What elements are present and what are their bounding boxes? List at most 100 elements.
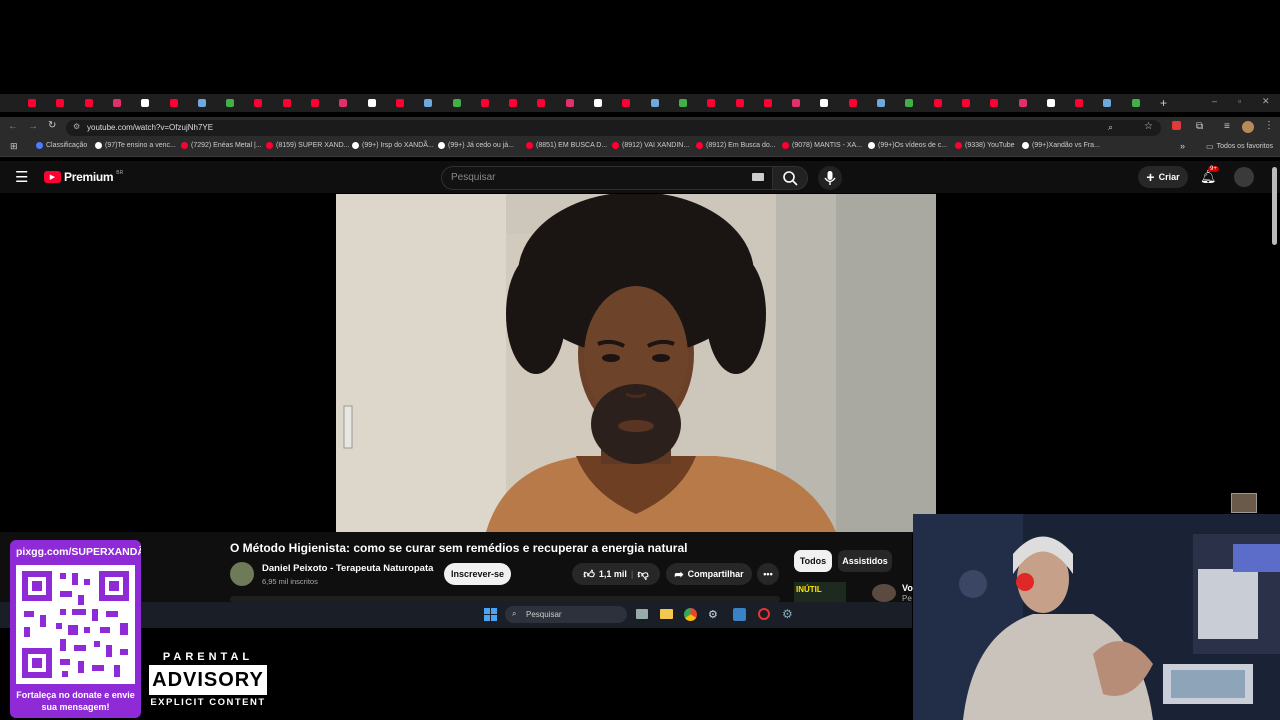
browser-tab[interactable] <box>1131 97 1140 109</box>
search-button[interactable] <box>772 166 808 190</box>
browser-tab[interactable] <box>141 97 150 109</box>
like-count[interactable]: 1,1 mil <box>599 569 627 579</box>
settings-gear-icon[interactable]: ⚙ <box>782 607 793 621</box>
bookmark-item[interactable]: (99+) Já cedo ou já... <box>438 142 514 149</box>
dislike-icon[interactable]: 👎︎ <box>637 568 648 581</box>
related-video-thumbnail-2[interactable] <box>872 584 896 602</box>
search-input[interactable]: Pesquisar <box>441 166 773 190</box>
chip-watched[interactable]: Assistidos <box>838 550 892 572</box>
browser-tab[interactable] <box>112 97 121 109</box>
new-tab-icon[interactable]: + <box>1160 96 1167 110</box>
browser-tab[interactable] <box>197 97 206 109</box>
bookmark-item[interactable]: (99+)Os vídeos de c... <box>868 142 947 149</box>
browser-tab[interactable] <box>905 97 914 109</box>
create-button[interactable]: + Criar <box>1138 166 1188 188</box>
browser-tab[interactable] <box>537 97 546 109</box>
bookmark-item[interactable]: (9078) MANTIS - XA... <box>782 142 862 149</box>
browser-tab[interactable] <box>367 97 376 109</box>
related-video-title[interactable]: Vo <box>902 583 913 593</box>
browser-tab[interactable] <box>395 97 404 109</box>
browser-tab[interactable] <box>735 97 744 109</box>
related-video-thumbnail[interactable]: INÚTIL <box>794 582 846 602</box>
browser-tab[interactable] <box>480 97 489 109</box>
subscribe-button[interactable]: Inscrever-se <box>444 563 511 585</box>
page-scrollbar[interactable] <box>1272 167 1277 245</box>
bookmark-item[interactable]: (7292) Enéas Metal |... <box>181 142 262 149</box>
browser-tab[interactable] <box>594 97 602 109</box>
share-button[interactable]: ➦ Compartilhar <box>666 563 752 585</box>
browser-tab[interactable] <box>509 97 518 109</box>
browser-tab[interactable] <box>226 97 235 109</box>
apps-grid-icon[interactable]: ⊞ <box>10 141 18 152</box>
obs-icon[interactable] <box>758 608 770 620</box>
browser-tab[interactable] <box>565 97 574 109</box>
channel-name[interactable]: Daniel Peixoto - Terapeuta Naturopata <box>262 563 433 574</box>
browser-tab[interactable] <box>678 97 687 109</box>
more-bookmarks-icon[interactable]: » <box>1180 141 1185 151</box>
bookmark-item[interactable]: (8912) VAI XANDIN... <box>612 142 689 149</box>
reload-icon[interactable]: ↻ <box>48 120 56 131</box>
browser-tab[interactable] <box>933 97 942 109</box>
steam-icon[interactable]: ⚙ <box>708 608 718 621</box>
profile-avatar[interactable] <box>1242 121 1254 133</box>
browser-tab[interactable] <box>792 97 801 109</box>
browser-tab[interactable] <box>1103 97 1112 109</box>
browser-menu-icon[interactable]: ⋮ <box>1264 120 1274 131</box>
media-icon[interactable]: ≡ <box>1224 121 1230 132</box>
browser-tab[interactable] <box>339 97 348 109</box>
browser-tab[interactable] <box>56 97 65 109</box>
notifications-button[interactable]: 🔔︎ 9+ <box>1200 166 1219 186</box>
extension-icon[interactable] <box>1172 121 1181 130</box>
bookmark-item[interactable]: (97)Te ensino a venc... <box>95 142 176 149</box>
account-avatar[interactable] <box>1234 167 1254 187</box>
chrome-icon[interactable] <box>684 608 697 621</box>
browser-tab[interactable] <box>1046 97 1055 109</box>
extensions-puzzle-icon[interactable]: ⧉ <box>1196 121 1203 132</box>
back-icon[interactable]: ← <box>8 121 18 132</box>
browser-tab[interactable] <box>424 97 433 109</box>
more-actions-button[interactable]: ••• <box>757 563 779 585</box>
bookmark-item[interactable]: (9338) YouTube <box>955 142 1015 149</box>
bookmark-item[interactable]: (99+) Irsp do XANDÃ... <box>352 142 434 149</box>
browser-tab[interactable] <box>961 97 970 109</box>
browser-tab[interactable] <box>1075 97 1084 109</box>
close-window-icon[interactable]: ✕ <box>1262 96 1270 107</box>
minimize-icon[interactable]: – <box>1212 96 1217 106</box>
browser-tab[interactable] <box>282 97 291 109</box>
file-explorer-icon[interactable] <box>660 609 673 619</box>
browser-tab[interactable] <box>452 97 461 109</box>
site-info-icon[interactable]: ⚙ <box>73 122 80 131</box>
forward-icon[interactable]: → <box>28 121 38 132</box>
browser-tab[interactable] <box>650 97 659 109</box>
bookmark-star-icon[interactable]: ☆ <box>1144 121 1153 132</box>
browser-tab[interactable] <box>254 97 263 109</box>
bookmark-item[interactable]: (8851) EM BUSCA D... <box>526 142 607 149</box>
browser-tab[interactable] <box>707 97 716 109</box>
browser-tab[interactable] <box>820 97 829 109</box>
task-view-icon[interactable] <box>636 609 648 619</box>
browser-tab[interactable] <box>84 97 93 109</box>
browser-tab[interactable] <box>877 97 885 109</box>
restore-icon[interactable]: ▫ <box>1238 96 1241 106</box>
channel-avatar[interactable] <box>230 562 254 586</box>
like-icon[interactable]: 👍︎ <box>583 568 595 581</box>
bookmark-item[interactable]: (8159) SUPER XAND... <box>266 142 350 149</box>
browser-tab[interactable] <box>1018 97 1027 109</box>
store-icon[interactable] <box>733 608 746 621</box>
all-bookmarks[interactable]: ▭ Todos os favoritos <box>1206 142 1273 151</box>
omnibox[interactable]: ⚙ youtube.com/watch?v=OfzujNh7YE ⌕ ☆ <box>66 120 1161 136</box>
youtube-logo[interactable]: ▶ Premium BR <box>44 170 123 184</box>
browser-tab[interactable] <box>311 97 319 109</box>
browser-tab[interactable] <box>848 97 857 109</box>
browser-tab[interactable] <box>990 97 999 109</box>
bookmark-item[interactable]: Classificação <box>36 142 87 149</box>
chip-all[interactable]: Todos <box>794 550 832 572</box>
video-player[interactable] <box>336 194 936 532</box>
keyboard-icon[interactable] <box>752 173 764 181</box>
browser-tab[interactable] <box>763 97 772 109</box>
browser-tab[interactable] <box>622 97 631 109</box>
taskbar-search[interactable]: ⌕ Pesquisar <box>505 606 627 623</box>
browser-tab[interactable] <box>28 97 36 109</box>
bookmark-item[interactable]: (8912) Em Busca do... <box>696 142 776 149</box>
windows-start-icon[interactable] <box>484 608 497 621</box>
